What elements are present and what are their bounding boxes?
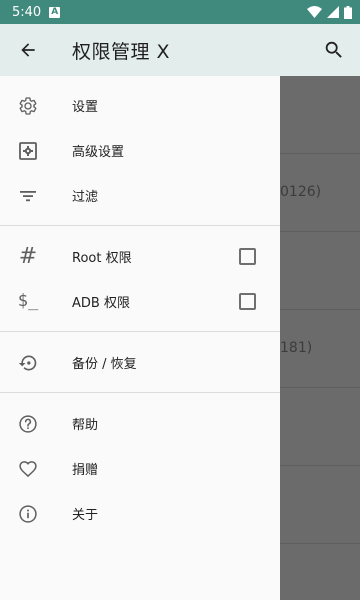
drawer-divider xyxy=(0,331,280,332)
drawer-scrim[interactable]: 0126) 181) xyxy=(280,76,360,600)
drawer-item-label: 设置 xyxy=(72,100,99,115)
signal-icon xyxy=(327,6,339,18)
gear-icon xyxy=(16,94,40,118)
page-title: 权限管理 X xyxy=(72,40,171,63)
drawer-item-label: 过滤 xyxy=(72,190,99,205)
drawer-item-root[interactable]: # Root 权限 xyxy=(0,234,280,279)
drawer-item-label: Root 权限 xyxy=(72,251,132,266)
hash-icon: # xyxy=(18,243,38,269)
arrow-left-icon xyxy=(21,43,35,57)
drawer-item-donate[interactable]: 捐赠 xyxy=(0,446,280,491)
background-row-text: 181) xyxy=(280,340,313,356)
drawer-item-help[interactable]: 帮助 xyxy=(0,401,280,446)
help-icon xyxy=(16,412,40,436)
drawer-item-label: 备份 / 恢复 xyxy=(72,357,137,372)
background-list-row xyxy=(280,232,360,310)
adb-checkbox[interactable] xyxy=(239,293,256,310)
drawer-item-label: 关于 xyxy=(72,508,99,523)
background-list-row: 181) xyxy=(280,310,360,388)
drawer-item-settings[interactable]: 设置 xyxy=(0,83,280,128)
drawer-item-label: 捐赠 xyxy=(72,463,99,478)
status-time: 5:40 xyxy=(12,4,42,20)
search-button[interactable] xyxy=(320,36,348,64)
info-icon xyxy=(16,502,40,526)
drawer-item-advanced-settings[interactable]: 高级设置 xyxy=(0,128,280,173)
back-button[interactable] xyxy=(14,36,42,64)
heart-icon xyxy=(16,457,40,481)
background-list-row xyxy=(280,388,360,466)
status-bar: 5:40 A xyxy=(0,0,360,24)
drawer-item-filter[interactable]: 过滤 xyxy=(0,173,280,218)
dollar-prompt-icon: $_ xyxy=(17,291,39,311)
background-list-row xyxy=(280,76,360,154)
battery-icon xyxy=(344,5,352,19)
filter-icon xyxy=(16,184,40,208)
drawer-item-label: 帮助 xyxy=(72,418,99,433)
background-list-row xyxy=(280,466,360,544)
wifi-icon xyxy=(307,6,322,18)
drawer-item-backup-restore[interactable]: 备份 / 恢复 xyxy=(0,340,280,385)
background-row-text: 0126) xyxy=(280,184,322,200)
drawer-item-about[interactable]: 关于 xyxy=(0,491,280,536)
drawer-item-label: ADB 权限 xyxy=(72,296,130,311)
drawer-item-label: 高级设置 xyxy=(72,145,125,160)
drawer-divider xyxy=(0,225,280,226)
restore-icon xyxy=(16,351,40,375)
navigation-drawer: 设置 高级设置 过滤 # Root 权限 $_ ADB 权限 备份 / 恢复 帮… xyxy=(0,76,280,600)
drawer-item-adb[interactable]: $_ ADB 权限 xyxy=(0,279,280,324)
root-checkbox[interactable] xyxy=(239,248,256,265)
background-list-row: 0126) xyxy=(280,154,360,232)
notification-icon: A xyxy=(49,6,61,18)
search-icon xyxy=(325,41,342,58)
drawer-divider xyxy=(0,392,280,393)
advanced-settings-icon xyxy=(16,139,40,163)
app-bar: 权限管理 X xyxy=(0,24,360,76)
